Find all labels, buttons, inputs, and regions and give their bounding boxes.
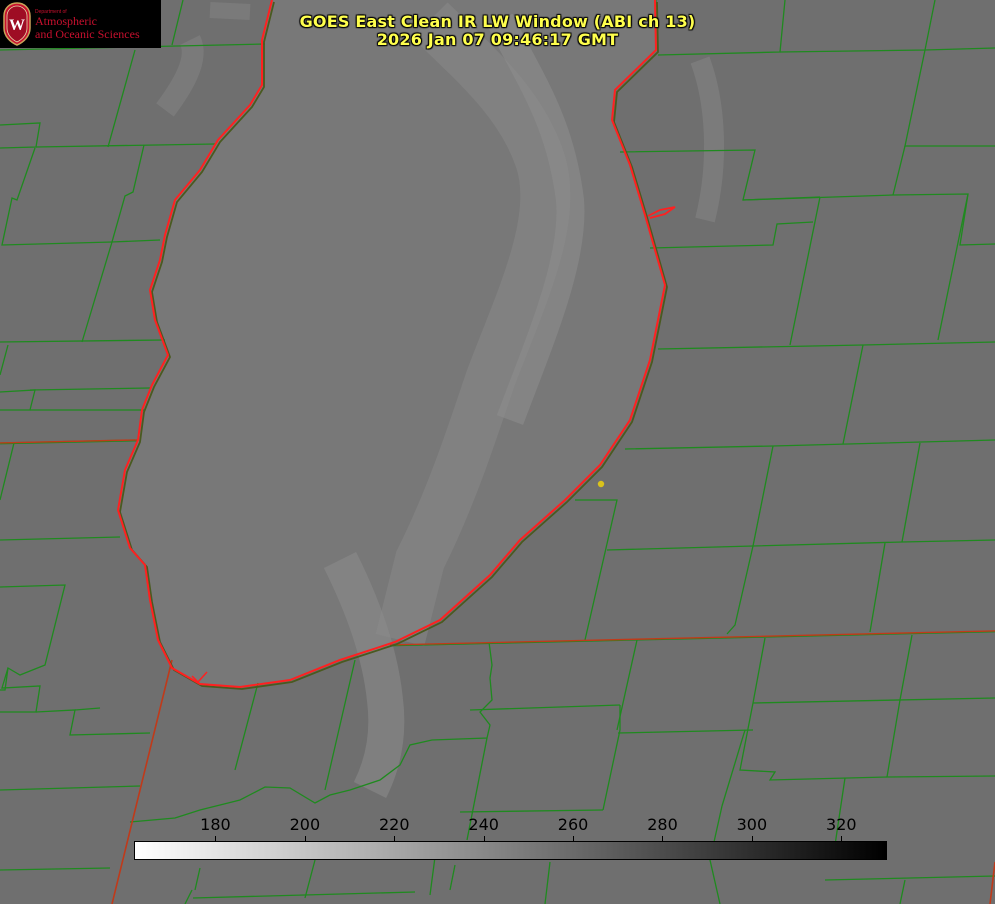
site-marker: [597, 480, 605, 488]
colorbar-tick-label: 260: [557, 815, 589, 834]
colorbar-tick-label: 320: [826, 815, 857, 834]
colorbar-tick-label: 200: [289, 815, 321, 834]
colorbar-gradient: [134, 841, 887, 860]
colorbar-tick-label: 300: [736, 815, 768, 834]
colorbar-tick-label: 180: [200, 815, 231, 834]
image-timestamp: 2026 Jan 07 09:46:17 GMT: [376, 30, 619, 49]
colorbar-legend: 180 200 220 240 260 280 300 320: [134, 812, 887, 860]
colorbar-tick-label: 240: [468, 815, 499, 834]
colorbar-tick-label: 220: [378, 815, 410, 834]
satellite-map: W Department of Atmospheric and Oceanic …: [0, 0, 995, 904]
ir-imagery: [0, 0, 995, 904]
colorbar-tick-label: 280: [647, 815, 678, 834]
image-title: GOES East Clean IR LW Window (ABI ch 13): [299, 12, 696, 31]
